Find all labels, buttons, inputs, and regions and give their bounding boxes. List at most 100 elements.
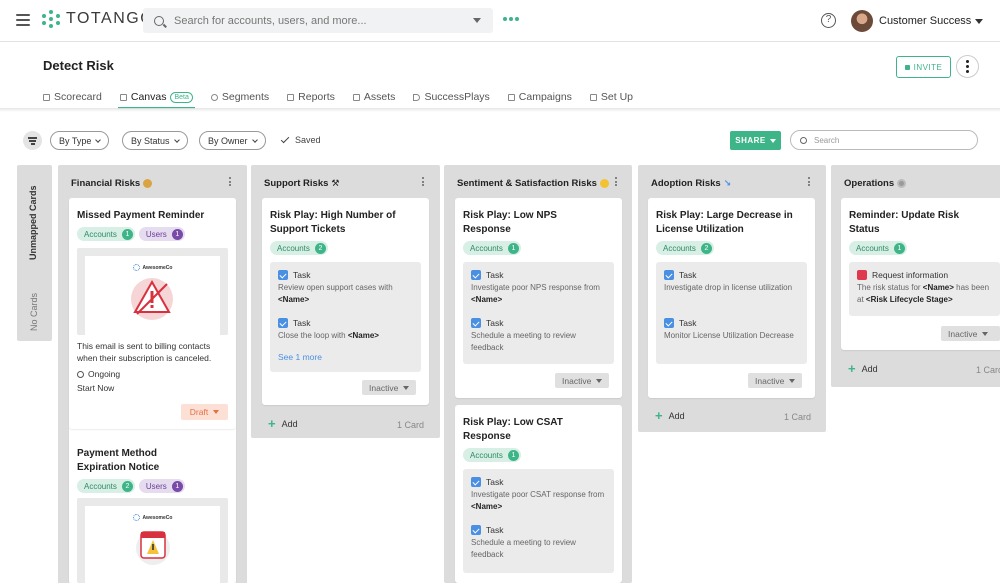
board-search[interactable] <box>790 130 978 150</box>
add-card-button[interactable]: + Add <box>268 417 298 430</box>
column-menu-icon[interactable] <box>615 177 617 186</box>
search-icon <box>800 136 807 144</box>
help-icon[interactable]: ? <box>821 13 836 28</box>
task-label: Task <box>486 270 504 280</box>
card-title: Payment Method Expiration Notice <box>77 448 160 473</box>
card-title: Missed Payment Reminder <box>77 210 205 221</box>
task-item[interactable]: Task Monitor License Utilization Decreas… <box>664 318 801 342</box>
top-bar: TOTANGO ? Customer Success <box>0 0 1000 42</box>
card-missed-payment-reminder[interactable]: Missed Payment Reminder Accounts 1 Users 1… <box>69 198 236 429</box>
status-dropdown[interactable]: Inactive <box>555 373 610 388</box>
task-placeholder: <Name> <box>471 502 503 511</box>
filter-by-status[interactable]: By Status <box>122 131 188 150</box>
status-dropdown[interactable]: Inactive <box>941 326 1000 341</box>
task-text: Schedule a meeting to review feedback <box>471 538 576 559</box>
tab-canvas[interactable]: Canvas Beta <box>117 88 195 109</box>
chevron-down-icon <box>95 136 102 143</box>
board-search-input[interactable] <box>814 135 964 145</box>
brand-name: AwesomeCo <box>142 264 173 271</box>
column-menu-icon[interactable] <box>808 177 810 186</box>
filter-icon[interactable] <box>23 131 42 150</box>
task-item[interactable]: Task Investigate drop in license utiliza… <box>664 270 801 294</box>
tab-assets[interactable]: Assets <box>352 88 395 106</box>
column-title: Adoption Risks <box>651 178 721 189</box>
card-low-nps[interactable]: Risk Play: Low NPS Response Accounts 1 Ta… <box>455 198 622 398</box>
chevron-down-icon <box>982 331 989 336</box>
logo-text: TOTANGO <box>66 10 155 27</box>
accounts-badge[interactable]: Accounts 1 <box>77 227 135 241</box>
add-card-button[interactable]: + Add <box>848 362 878 375</box>
accounts-badge[interactable]: Accounts 2 <box>656 241 714 255</box>
user-menu-chevron-icon[interactable] <box>975 19 983 24</box>
users-badge[interactable]: Users 1 <box>138 479 185 493</box>
task-placeholder: <Name> <box>278 295 310 304</box>
see-more-link[interactable]: See 1 more <box>278 352 322 362</box>
request-item[interactable]: Request information The risk status for … <box>857 270 994 306</box>
search-dropdown-icon[interactable] <box>473 18 481 23</box>
check-icon <box>280 134 290 143</box>
tab-successplays[interactable]: SuccessPlays <box>413 88 490 106</box>
accounts-badge[interactable]: Accounts 2 <box>77 479 135 493</box>
column-header: Support Risks ⚒ <box>264 178 339 189</box>
email-preview[interactable]: AwesomeCo <box>77 498 228 583</box>
users-badge[interactable]: Users 1 <box>138 227 185 241</box>
status-dropdown[interactable]: Inactive <box>748 373 803 388</box>
logo-mark-icon <box>42 10 60 28</box>
accounts-badge[interactable]: Accounts 2 <box>270 241 328 255</box>
brand-logo: AwesomeCo <box>85 264 220 271</box>
task-item[interactable]: Task Schedule a meeting to review feedba… <box>471 318 608 354</box>
task-item[interactable]: Task Schedule a meeting to review feedba… <box>471 525 608 561</box>
totango-logo[interactable]: TOTANGO <box>42 10 154 28</box>
tab-campaigns[interactable]: Campaigns <box>507 88 572 106</box>
add-card-button[interactable]: + Add <box>655 409 685 422</box>
card-update-risk-status[interactable]: Reminder: Update Risk Status Accounts 1 R… <box>841 198 1000 350</box>
filter-by-owner[interactable]: By Owner <box>199 131 266 150</box>
badge-label: Users <box>145 481 167 491</box>
status-dropdown[interactable]: Inactive <box>362 380 417 395</box>
global-search[interactable] <box>143 8 493 33</box>
column-menu-icon[interactable] <box>422 177 424 186</box>
share-button[interactable]: SHARE <box>730 131 781 150</box>
task-label: Task <box>486 318 504 328</box>
avatar[interactable] <box>851 10 873 32</box>
brand-sun-icon <box>132 264 140 271</box>
accounts-badge[interactable]: Accounts 1 <box>849 241 907 255</box>
card-license-decrease[interactable]: Risk Play: Large Decrease in License Uti… <box>648 198 815 398</box>
global-search-input[interactable] <box>174 14 464 27</box>
megaphone-icon <box>507 93 515 101</box>
lock-icon <box>904 64 910 70</box>
column-menu-icon[interactable] <box>229 177 231 186</box>
tab-segments[interactable]: Segments <box>210 88 269 106</box>
hamburger-menu-icon[interactable] <box>16 14 30 26</box>
card-low-csat[interactable]: Risk Play: Low CSAT Response Accounts 1 T… <box>455 405 622 583</box>
accounts-badge[interactable]: Accounts 1 <box>463 241 521 255</box>
unmapped-cards-column[interactable]: Unmapped Cards No Cards <box>17 165 52 341</box>
user-name[interactable]: Customer Success <box>879 15 971 27</box>
task-description: Investigate poor NPS response from <Name… <box>471 282 608 306</box>
task-icon <box>664 318 674 328</box>
column-header: Sentiment & Satisfaction Risks <box>457 178 609 189</box>
tab-reports[interactable]: Reports <box>287 88 335 106</box>
invite-label: INVITE <box>913 62 943 72</box>
filter-by-type[interactable]: By Type <box>50 131 110 150</box>
task-placeholder: <Name> <box>347 331 379 340</box>
tab-scorecard[interactable]: Scorecard <box>43 88 102 106</box>
task-item[interactable]: Task Investigate poor NPS response from … <box>471 270 608 306</box>
request-list: Request information The risk status for … <box>849 262 1000 316</box>
task-item[interactable]: Task Review open support cases with <Nam… <box>278 270 415 306</box>
email-preview[interactable]: AwesomeCo <box>77 248 228 335</box>
task-item[interactable]: Task Investigate poor CSAT response from… <box>471 477 608 513</box>
status-dropdown[interactable]: Draft <box>181 404 228 420</box>
task-label: Task <box>679 318 697 328</box>
task-description: Investigate poor CSAT response from <Nam… <box>471 489 608 513</box>
tab-setup[interactable]: Set Up <box>589 88 633 106</box>
search-icon <box>154 15 164 26</box>
email-preview-body: AwesomeCo <box>85 256 220 335</box>
card-high-support-tickets[interactable]: Risk Play: High Number of Support Ticket… <box>262 198 429 405</box>
task-item[interactable]: Task Close the loop with <Name> <box>278 318 415 342</box>
accounts-badge[interactable]: Accounts 1 <box>463 448 521 462</box>
more-options-button[interactable] <box>956 55 979 78</box>
card-payment-method-expiration[interactable]: Payment Method Expiration Notice Account… <box>69 436 236 583</box>
badge-count: 1 <box>507 242 519 254</box>
invite-button[interactable]: INVITE <box>896 56 951 78</box>
